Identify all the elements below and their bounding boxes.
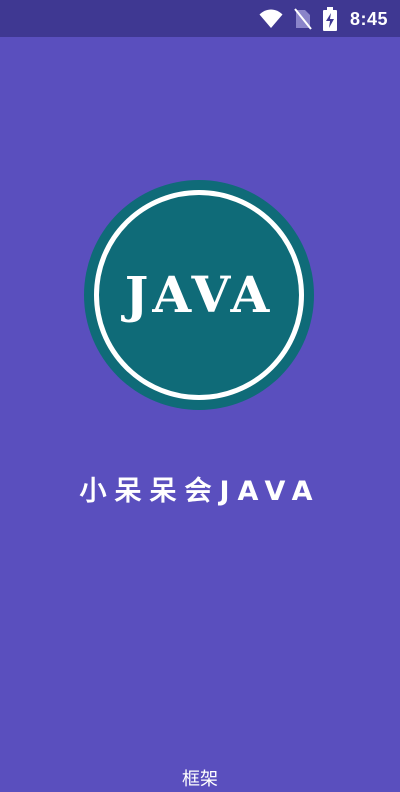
no-sim-icon [294, 8, 312, 30]
status-time: 8:45 [349, 8, 388, 29]
logo-text: JAVA [124, 265, 274, 324]
footer-label: 框架 [182, 769, 218, 790]
app-name: 小呆呆会JAVA [79, 476, 321, 507]
battery-charging-icon [322, 7, 337, 31]
splash-screen: JAVA 小呆呆会JAVA 框架 [0, 37, 400, 790]
java-logo: JAVA [84, 180, 314, 410]
status-bar: 8:45 [0, 0, 400, 37]
status-icons: 8:45 [259, 7, 388, 31]
wifi-icon [259, 9, 283, 29]
